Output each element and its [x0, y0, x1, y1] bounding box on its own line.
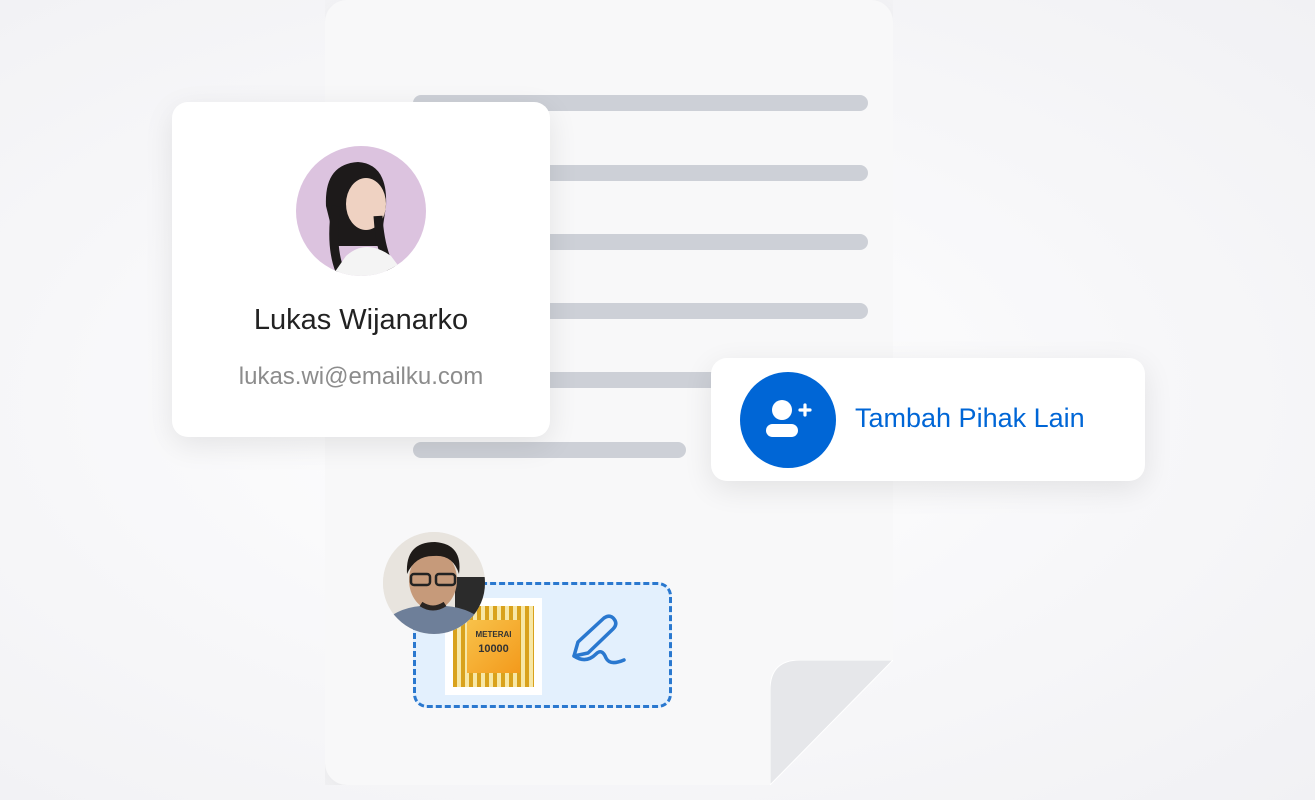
add-party-label: Tambah Pihak Lain	[855, 403, 1085, 433]
signer-avatar	[383, 532, 485, 634]
signature-pen-icon[interactable]	[566, 612, 632, 672]
signer-card: Lukas Wijanarko lukas.wi@emailku.com	[172, 102, 550, 437]
document-text-line	[413, 442, 686, 458]
add-user-icon	[740, 372, 836, 468]
signer-name: Lukas Wijanarko	[253, 304, 469, 336]
page-fold-corner	[770, 660, 893, 785]
signer-email: lukas.wi@emailku.com	[238, 363, 484, 390]
stamp-title: METERAI	[475, 630, 512, 639]
avatar	[296, 146, 426, 276]
stamp-value: 10000	[478, 643, 509, 655]
add-party-button[interactable]: Tambah Pihak Lain	[711, 358, 1145, 481]
